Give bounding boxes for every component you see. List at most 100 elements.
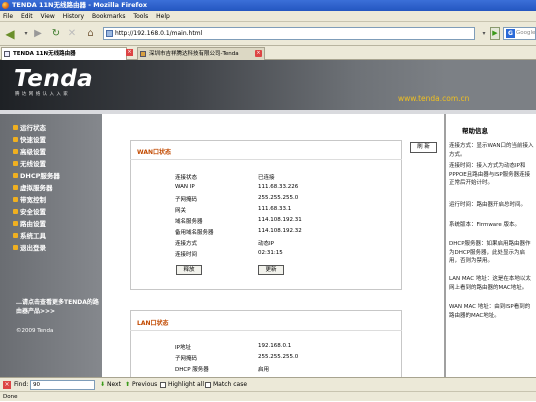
lan-label: DHCP 服务器 <box>175 367 209 373</box>
wan-label: 子网掩码 <box>175 197 198 203</box>
wan-value: 动态IP <box>258 241 274 247</box>
url-bar[interactable]: http://192.168.0.1/main.html <box>103 27 475 40</box>
arrow-icon <box>13 209 18 214</box>
wan-label: 连接状态 <box>175 175 198 181</box>
sidebar-item-logout[interactable]: 退出登录 <box>13 243 46 253</box>
divider <box>130 330 402 331</box>
logo-tagline: 腾达网络认入入家 <box>15 92 71 97</box>
release-button[interactable]: 释放 <box>176 265 202 275</box>
page-icon <box>140 51 146 57</box>
lan-value: 255.255.255.0 <box>258 354 299 360</box>
divider <box>130 159 402 160</box>
find-previous-button[interactable]: ⬆ Previous <box>125 378 157 391</box>
lan-value: 192.168.0.1 <box>258 343 292 349</box>
refresh-button[interactable]: 刷 新 <box>410 142 437 153</box>
checkbox-icon <box>205 381 211 388</box>
highlight-all-checkbox[interactable]: Highlight all <box>160 378 204 391</box>
checkbox-icon <box>160 381 166 388</box>
arrow-icon <box>13 233 18 238</box>
arrow-up-icon: ⬆ <box>125 381 131 388</box>
arrow-icon <box>13 173 18 178</box>
arrow-icon <box>13 197 18 202</box>
page-icon <box>4 51 10 57</box>
back-dropdown-icon[interactable]: ▾ <box>22 27 30 41</box>
help-paragraph: WAN MAC 地址：由到ISP看到的路由器的MAC地址。 <box>449 304 531 319</box>
close-find-icon[interactable]: × <box>3 381 11 389</box>
status-bar: Done <box>0 391 536 401</box>
tenda-logo: Tenda <box>14 66 94 92</box>
arrow-down-icon: ⬇ <box>100 381 106 388</box>
stop-icon[interactable]: ✕ <box>66 27 78 41</box>
wan-label: WAN IP <box>175 184 195 190</box>
find-next-button[interactable]: ⬇ Next <box>100 378 121 391</box>
menu-bar: File Edit View History Bookmarks Tools H… <box>0 11 536 22</box>
menu-edit[interactable]: Edit <box>21 13 33 20</box>
home-icon[interactable]: ⌂ <box>84 27 97 41</box>
menu-file[interactable]: File <box>3 13 13 20</box>
find-input[interactable]: 90 <box>30 380 95 390</box>
url-dropdown-icon[interactable]: ▾ <box>480 27 488 41</box>
tab-bar: TENDA 11N无线路由器 深圳市吉祥腾达科技有限公司-Tenda × × <box>0 46 536 60</box>
lan-label: 子网掩码 <box>175 356 198 362</box>
wan-value: 255.255.255.0 <box>258 195 299 201</box>
wan-value: 114.108.192.31 <box>258 217 302 223</box>
wan-label: 域名服务器 <box>175 219 203 225</box>
site-url: www.tenda.com.cn <box>398 94 470 103</box>
menu-bookmarks[interactable]: Bookmarks <box>92 13 126 20</box>
arrow-icon <box>13 149 18 154</box>
wan-value: 02:31:15 <box>258 250 283 256</box>
sidebar: 运行状态 快速设置 高级设置 无线设置 DHCP服务器 虚拟服务器 带宽控制 安… <box>0 114 102 377</box>
menu-view[interactable]: View <box>41 13 55 20</box>
help-paragraph: 运行时间：路由器开启总时间。 <box>449 202 527 208</box>
find-label: Find: <box>14 381 29 388</box>
arrow-icon <box>13 137 18 142</box>
match-case-checkbox[interactable]: Match case <box>205 378 247 391</box>
more-products-link[interactable]: …请点击查看更多TENDA的路由器产品>>> <box>16 298 100 316</box>
go-button[interactable]: ▶ <box>490 27 500 40</box>
menu-help[interactable]: Help <box>156 13 170 20</box>
lan-value: 启用 <box>258 367 270 373</box>
sidebar-item-security[interactable]: 安全设置 <box>13 207 46 217</box>
close-tab-icon[interactable]: × <box>126 49 133 56</box>
sidebar-item-quick-setup[interactable]: 快速设置 <box>13 135 46 145</box>
google-icon: G <box>506 29 515 38</box>
wan-value: 已连接 <box>258 175 275 181</box>
sidebar-item-advanced[interactable]: 高级设置 <box>13 147 46 157</box>
find-bar: × Find: 90 ⬇ Next ⬆ Previous Highlight a… <box>0 377 536 391</box>
tab-router-admin[interactable]: TENDA 11N无线路由器 <box>1 47 127 60</box>
window-title: TENDA 11N无线路由器 - Mozilla Firefox <box>12 1 148 9</box>
navigation-toolbar: ◀ ▾ ▶ ↻ ✕ ⌂ http://192.168.0.1/main.html… <box>0 22 536 46</box>
sidebar-item-routing[interactable]: 路由设置 <box>13 219 46 229</box>
arrow-icon <box>13 185 18 190</box>
renew-button[interactable]: 更新 <box>258 265 284 275</box>
help-paragraph: LAN MAC 地址：这是在本地以太网上看到的路由器的MAC地址。 <box>449 276 531 291</box>
wan-label: 网关 <box>175 208 187 214</box>
arrow-icon <box>13 221 18 226</box>
menu-history[interactable]: History <box>63 13 84 20</box>
help-paragraph: 连接时间：接入方式为动态IP和PPPOE且路由器与ISP服务器连接正常后开始计时… <box>449 163 531 186</box>
sidebar-item-system-tools[interactable]: 系统工具 <box>13 231 46 241</box>
sidebar-item-bandwidth[interactable]: 带宽控制 <box>13 195 46 205</box>
back-icon[interactable]: ◀ <box>2 27 18 41</box>
sidebar-item-virtual-server[interactable]: 虚拟服务器 <box>13 183 53 193</box>
sidebar-item-wireless[interactable]: 无线设置 <box>13 159 46 169</box>
firefox-icon <box>2 2 9 9</box>
close-tab-icon[interactable]: × <box>255 50 262 57</box>
wan-label: 备用域名服务器 <box>175 230 214 236</box>
wan-value: 111.68.33.226 <box>258 184 299 190</box>
wan-value: 111.68.33.1 <box>258 206 292 212</box>
wan-label: 连接方式 <box>175 241 198 247</box>
sidebar-item-dhcp[interactable]: DHCP服务器 <box>13 171 60 181</box>
wan-panel-title: WAN口状态 <box>137 149 172 156</box>
search-input[interactable]: G Google <box>503 27 536 40</box>
arrow-icon <box>13 161 18 166</box>
help-paragraph: DHCP服务器：如果启用路由器作为DHCP服务器，此处显示为启用，否则为禁用。 <box>449 241 531 264</box>
help-paragraph: 系统版本：Firmware 版本。 <box>449 222 520 228</box>
wan-label: 连接时间 <box>175 252 198 258</box>
tab-tenda-site[interactable]: 深圳市吉祥腾达科技有限公司-Tenda × <box>137 47 265 60</box>
sidebar-item-status[interactable]: 运行状态 <box>13 123 46 133</box>
forward-icon[interactable]: ▶ <box>32 27 44 41</box>
reload-icon[interactable]: ↻ <box>50 27 62 41</box>
page-favicon-icon <box>106 30 113 37</box>
menu-tools[interactable]: Tools <box>133 13 148 20</box>
